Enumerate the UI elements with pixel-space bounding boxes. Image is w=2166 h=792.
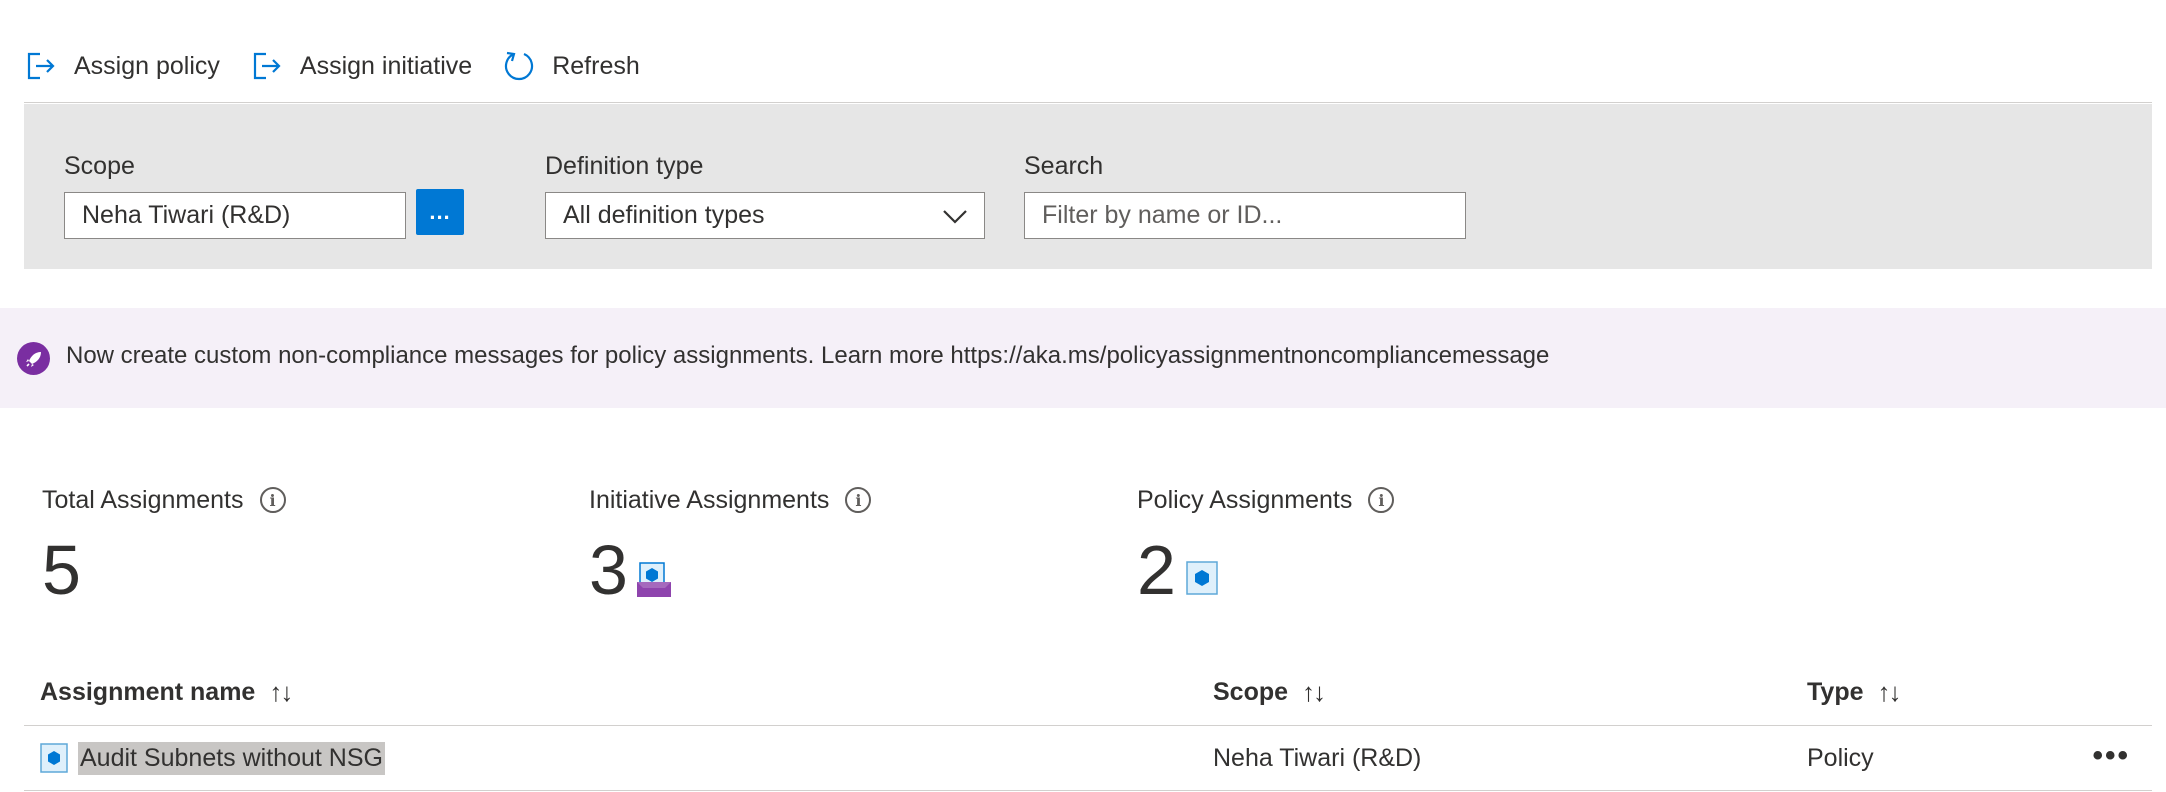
- table-row[interactable]: Audit Subnets without NSG Neha Tiwari (R…: [24, 727, 2152, 791]
- definition-type-dropdown[interactable]: All definition types: [545, 192, 985, 239]
- assign-policy-button[interactable]: Assign policy: [24, 44, 220, 88]
- stat-total-assignments: Total Assignments i 5: [42, 480, 286, 605]
- filter-bar: Scope Neha Tiwari (R&D) ... Definition t…: [24, 104, 2152, 269]
- scope-field[interactable]: Neha Tiwari (R&D): [64, 192, 406, 239]
- more-actions-button[interactable]: •••: [2092, 739, 2130, 773]
- table-header: Assignment name ↑↓ Scope ↑↓ Type ↑↓: [24, 668, 2152, 726]
- info-banner: Now create custom non-compliance message…: [0, 308, 2166, 408]
- command-bar: Assign policy Assign initiative Refresh: [24, 0, 2152, 103]
- column-label: Scope: [1213, 677, 1289, 706]
- type-cell: Policy: [1807, 743, 1874, 772]
- policy-icon: [1185, 560, 1219, 601]
- search-input[interactable]: [1024, 192, 1466, 239]
- info-icon[interactable]: i: [259, 487, 286, 513]
- chevron-down-icon: [942, 205, 968, 227]
- banner-text: Now create custom non-compliance message…: [66, 342, 1550, 369]
- column-header-assignment-name[interactable]: Assignment name ↑↓: [40, 672, 293, 712]
- initiative-icon: [635, 560, 673, 603]
- sort-icon[interactable]: ↑↓: [1302, 677, 1326, 708]
- rocket-icon: [17, 342, 50, 375]
- stat-initiative-assignments: Initiative Assignments i 3: [589, 480, 872, 605]
- policy-icon: [40, 743, 68, 773]
- info-icon[interactable]: i: [845, 487, 872, 513]
- info-icon[interactable]: i: [1368, 487, 1395, 513]
- assignment-name[interactable]: Audit Subnets without NSG: [78, 741, 385, 775]
- column-header-scope[interactable]: Scope ↑↓: [1213, 672, 1326, 712]
- stat-value: 5: [42, 531, 81, 609]
- sort-icon[interactable]: ↑↓: [269, 677, 293, 708]
- refresh-button[interactable]: Refresh: [502, 44, 640, 88]
- assign-initiative-button[interactable]: Assign initiative: [250, 44, 472, 88]
- assign-initiative-icon: [250, 49, 284, 83]
- scope-picker-button[interactable]: ...: [416, 189, 464, 235]
- refresh-label: Refresh: [552, 51, 640, 80]
- definition-type-label: Definition type: [545, 152, 704, 180]
- column-label: Type: [1807, 677, 1864, 706]
- stat-value: 3: [589, 531, 628, 609]
- column-header-type[interactable]: Type ↑↓: [1807, 672, 1902, 712]
- scope-label: Scope: [64, 152, 135, 180]
- stat-title: Total Assignments: [42, 485, 244, 514]
- refresh-icon: [502, 49, 536, 83]
- assign-initiative-label: Assign initiative: [299, 51, 473, 80]
- stat-title: Initiative Assignments: [589, 485, 830, 514]
- stat-title: Policy Assignments: [1137, 485, 1353, 514]
- assignment-name-cell[interactable]: Audit Subnets without NSG: [40, 739, 385, 777]
- assign-policy-label: Assign policy: [74, 51, 220, 80]
- stat-value: 2: [1137, 531, 1176, 609]
- search-label: Search: [1024, 152, 1104, 180]
- column-label: Assignment name: [40, 677, 256, 706]
- sort-icon[interactable]: ↑↓: [1878, 677, 1902, 708]
- assign-policy-icon: [24, 49, 58, 83]
- definition-type-value: All definition types: [563, 201, 765, 229]
- stat-policy-assignments: Policy Assignments i 2: [1137, 480, 1395, 605]
- scope-cell: Neha Tiwari (R&D): [1213, 743, 1422, 772]
